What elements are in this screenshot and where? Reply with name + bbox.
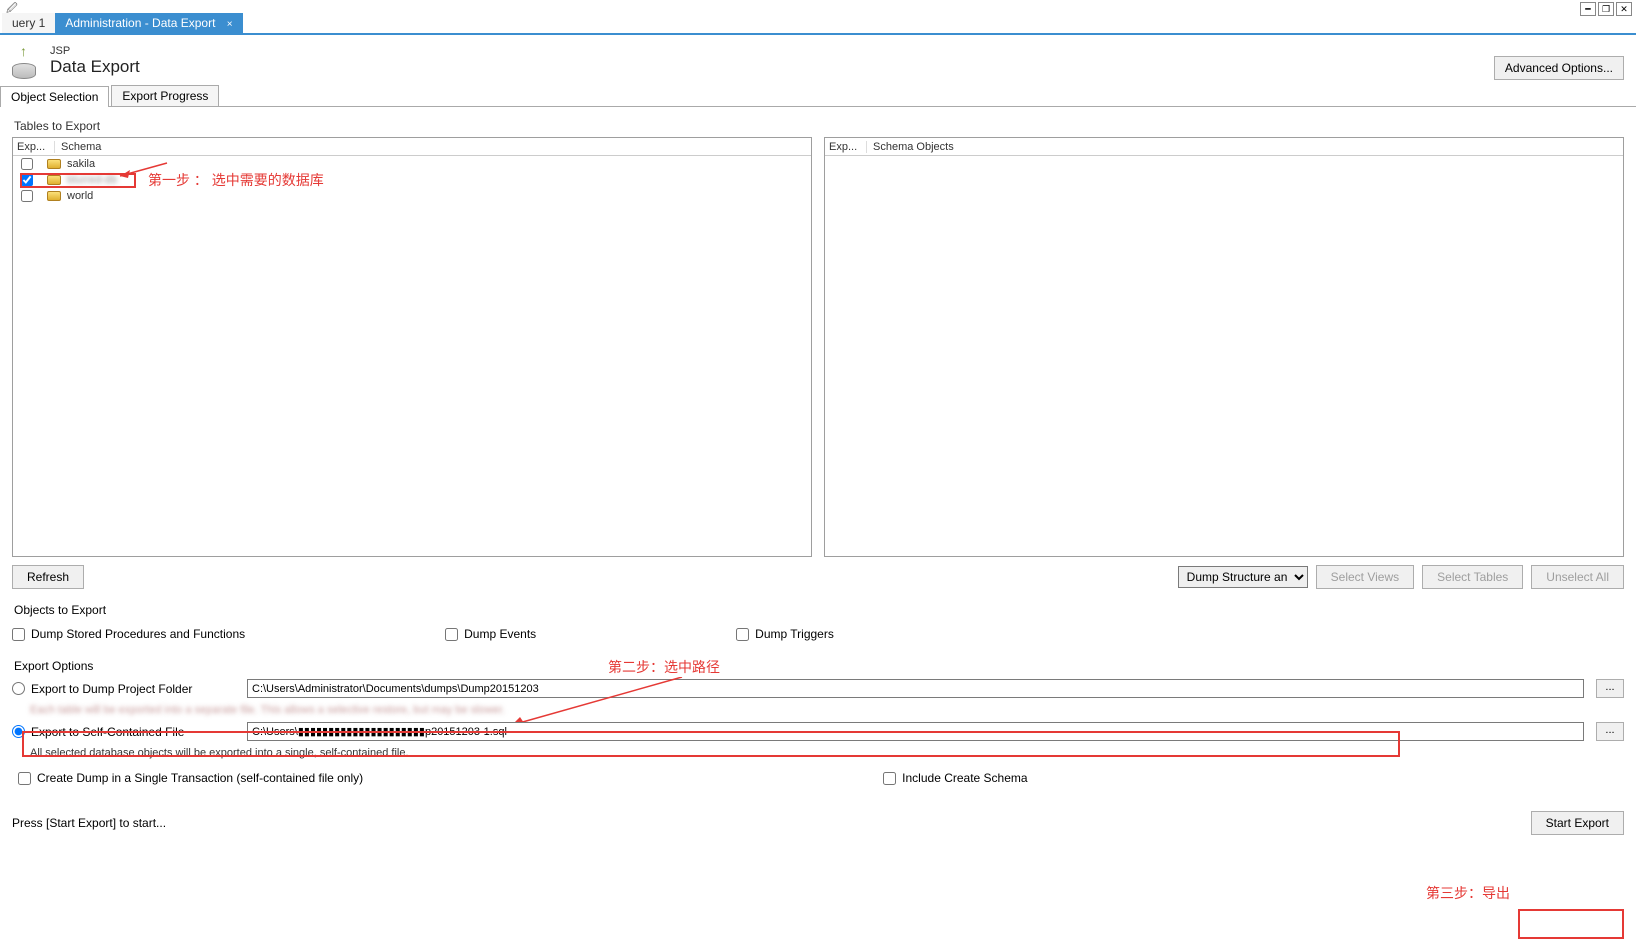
export-self-label: Export to Self-Contained File [31, 725, 241, 739]
page-header: ↑ JSP Data Export [0, 35, 1636, 83]
tab-export-progress[interactable]: Export Progress [111, 85, 219, 106]
annotation-box-3 [1518, 909, 1624, 939]
tab-query-1[interactable]: uery 1 [2, 13, 55, 33]
schema-list-pane: Exp... Schema sakila blurred-db world [12, 137, 812, 557]
single-tx-row[interactable]: Create Dump in a Single Transaction (sel… [18, 771, 363, 785]
export-icon: ↑ [8, 47, 40, 79]
include-schema-row[interactable]: Include Create Schema [883, 771, 1027, 785]
dump-type-dropdown[interactable]: Dump Structure and Dat [1178, 566, 1308, 588]
refresh-button[interactable]: Refresh [12, 565, 84, 589]
export-options-label: Export Options [14, 659, 1624, 673]
dump-triggers-checkbox-row[interactable]: Dump Triggers [736, 627, 834, 641]
database-icon [47, 175, 61, 185]
browse-folder-button[interactable]: ... [1596, 679, 1624, 698]
page-title: Data Export [50, 57, 140, 77]
sub-tab-bar: Object Selection Export Progress [0, 85, 1636, 107]
select-tables-button[interactable]: Select Tables [1422, 565, 1523, 589]
dump-sp-checkbox[interactable] [12, 628, 25, 641]
dump-sp-checkbox-row[interactable]: Dump Stored Procedures and Functions [12, 627, 245, 641]
export-folder-path-input[interactable] [247, 679, 1584, 698]
objects-to-export-label: Objects to Export [14, 603, 1624, 617]
export-folder-radio[interactable] [12, 682, 25, 695]
schema-checkbox[interactable] [21, 174, 33, 186]
export-self-radio[interactable] [12, 725, 25, 738]
tab-bar: uery 1 Administration - Data Export × [0, 15, 1636, 35]
annotation-step-3: 第三步：导出 [1426, 883, 1510, 903]
self-contained-description: All selected database objects will be ex… [30, 747, 1624, 759]
dump-triggers-checkbox[interactable] [736, 628, 749, 641]
include-schema-label: Include Create Schema [902, 771, 1027, 785]
col-schema[interactable]: Schema [55, 141, 811, 153]
close-tab-icon[interactable]: × [227, 19, 233, 30]
schema-row-selected[interactable]: blurred-db [13, 172, 811, 188]
schema-panes: Exp... Schema sakila blurred-db world Ex [12, 137, 1624, 557]
tab-admin-data-export[interactable]: Administration - Data Export × [55, 13, 242, 33]
schema-buttons-row: Refresh Dump Structure and Dat Select Vi… [12, 565, 1624, 589]
start-export-button[interactable]: Start Export [1531, 811, 1624, 835]
export-folder-row: Export to Dump Project Folder ... [12, 679, 1624, 698]
database-icon [47, 159, 61, 169]
menu-hint: 🖉 [0, 0, 1636, 15]
col-export[interactable]: Exp... [825, 141, 867, 153]
dump-events-checkbox-row[interactable]: Dump Events [445, 627, 536, 641]
schema-row-world[interactable]: world [13, 188, 811, 204]
col-export[interactable]: Exp... [13, 141, 55, 153]
unselect-all-button[interactable]: Unselect All [1531, 565, 1624, 589]
footer-hint: Press [Start Export] to start... [12, 816, 166, 830]
include-schema-checkbox[interactable] [883, 772, 896, 785]
schema-checkbox[interactable] [21, 190, 33, 202]
maximize-button[interactable]: ❐ [1598, 2, 1614, 16]
export-self-row: Export to Self-Contained File ... [12, 722, 1624, 741]
single-tx-checkbox[interactable] [18, 772, 31, 785]
footer: Press [Start Export] to start... Start E… [0, 811, 1636, 843]
schema-name-blurred: blurred-db [67, 174, 117, 186]
minimize-button[interactable]: ━ [1580, 2, 1596, 16]
dump-sp-label: Dump Stored Procedures and Functions [31, 627, 245, 641]
window-controls: ━ ❐ ✕ [1580, 2, 1632, 16]
schema-checkbox[interactable] [21, 158, 33, 170]
dump-events-checkbox[interactable] [445, 628, 458, 641]
single-tx-label: Create Dump in a Single Transaction (sel… [37, 771, 363, 785]
schema-row-sakila[interactable]: sakila [13, 156, 811, 172]
browse-file-button[interactable]: ... [1596, 722, 1624, 741]
tab-object-selection[interactable]: Object Selection [0, 86, 109, 107]
col-schema-objects[interactable]: Schema Objects [867, 141, 1623, 153]
connection-label: JSP [50, 45, 140, 57]
folder-description-blurred: Each table will be exported into a separ… [30, 704, 1624, 716]
tables-to-export-label: Tables to Export [14, 119, 1624, 133]
schema-objects-pane: Exp... Schema Objects [824, 137, 1624, 557]
advanced-options-button[interactable]: Advanced Options... [1494, 56, 1624, 80]
schema-name: sakila [67, 158, 95, 170]
export-self-path-input[interactable] [247, 722, 1584, 741]
dump-events-label: Dump Events [464, 627, 536, 641]
close-button[interactable]: ✕ [1616, 2, 1632, 16]
database-icon [47, 191, 61, 201]
schema-name: world [67, 190, 93, 202]
export-folder-label: Export to Dump Project Folder [31, 682, 241, 696]
tab-label: Administration - Data Export [65, 16, 215, 30]
dump-triggers-label: Dump Triggers [755, 627, 834, 641]
select-views-button[interactable]: Select Views [1316, 565, 1414, 589]
